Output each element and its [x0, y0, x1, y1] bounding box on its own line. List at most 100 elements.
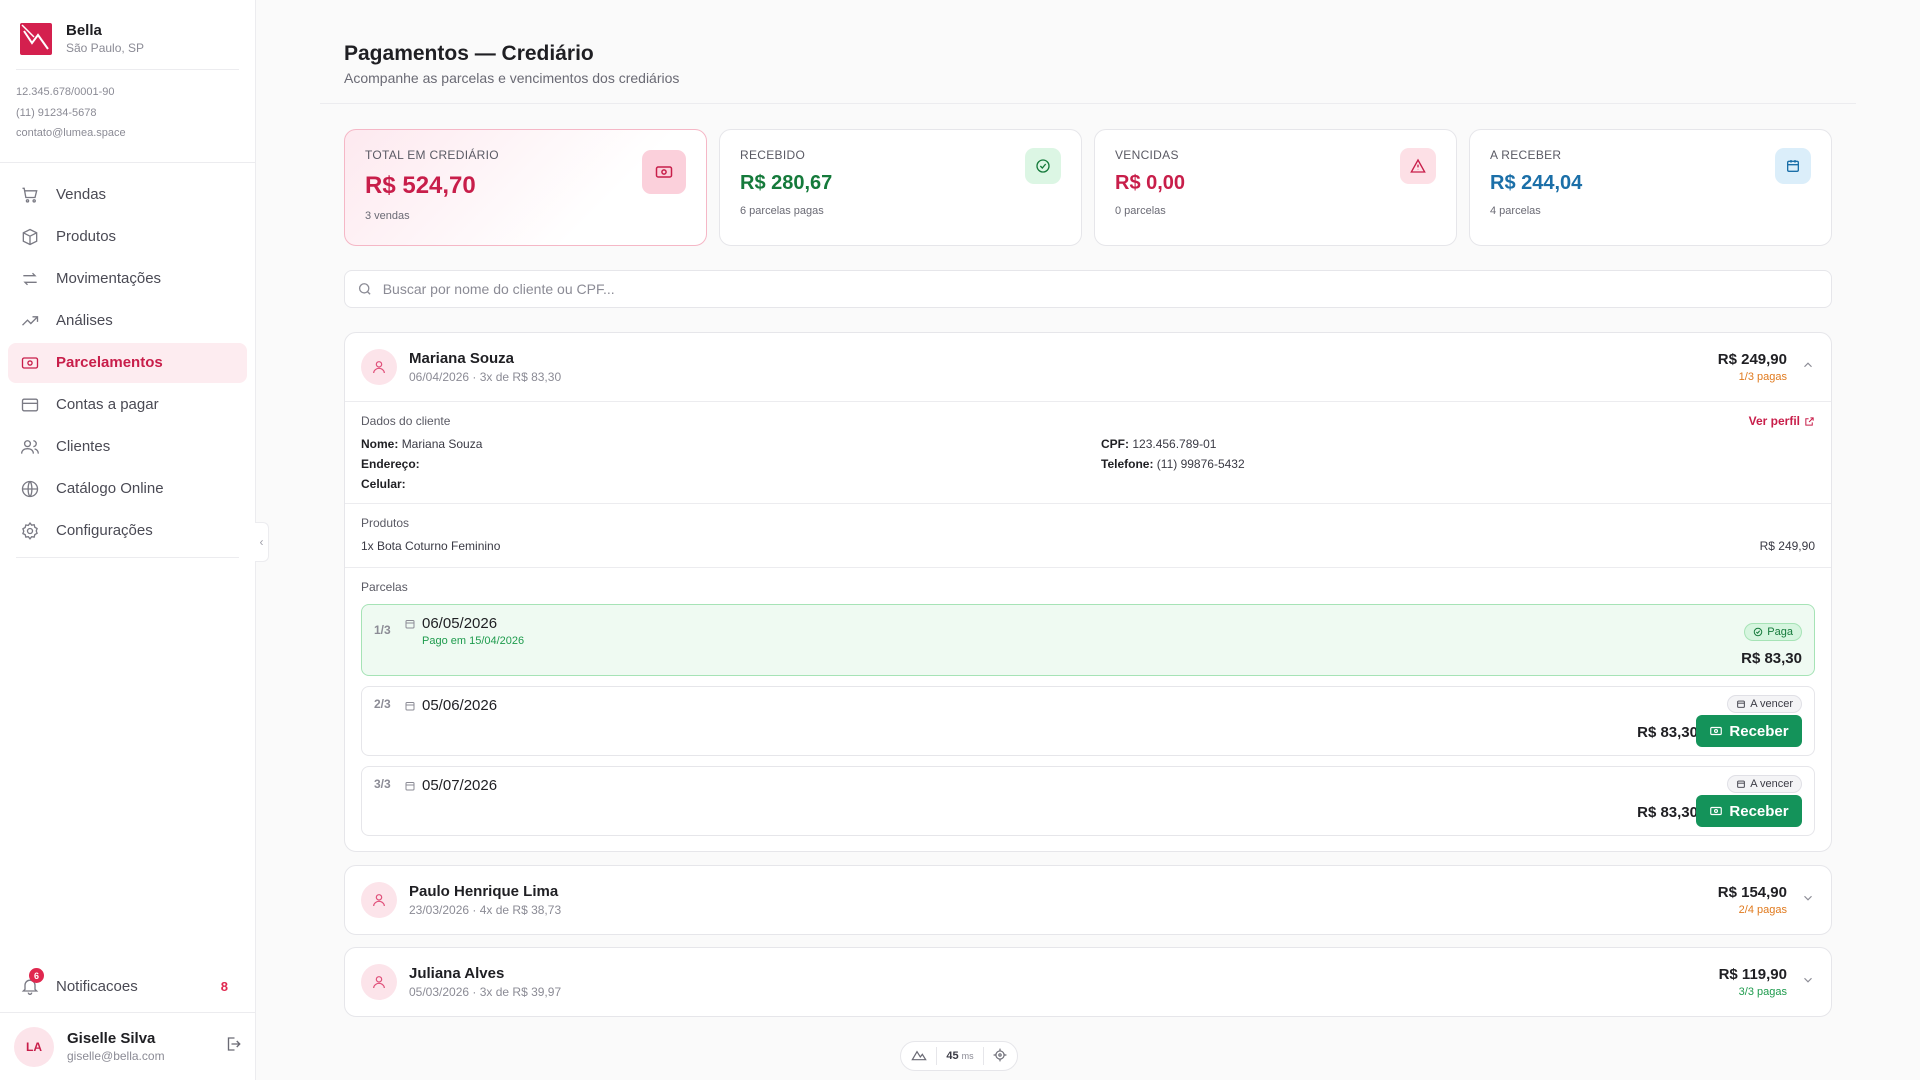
crosshair-icon[interactable] — [993, 1048, 1007, 1065]
client-cpf: 123.456.789-01 — [1132, 437, 1217, 451]
user-icon — [361, 882, 397, 918]
client-meta: 06/04/2026 · 3x de R$ 83,30 — [409, 370, 562, 384]
summary-card-a-receber: A RECEBER R$ 244,04 4 parcelas — [1469, 129, 1832, 246]
sidebar-item-label: Catálogo Online — [56, 480, 164, 497]
trend-icon — [22, 315, 39, 326]
installment-row: 2/3 05/06/2026 A vencer R$ 83,30 Receber — [361, 686, 1815, 756]
calendar-icon — [1775, 148, 1811, 184]
sidebar-item-analises[interactable]: Análises — [8, 301, 247, 341]
brand-name: Bella — [66, 22, 102, 39]
mountain-icon[interactable] — [911, 1049, 927, 1064]
sidebar-collapse-button[interactable]: ‹ — [255, 522, 269, 562]
installment-row: 3/3 05/07/2026 A vencer R$ 83,30 Receber — [361, 766, 1815, 836]
cart-icon — [22, 187, 38, 203]
section-title: Parcelas — [361, 580, 408, 594]
notifications-button[interactable]: 6 Notificacoes 8 — [8, 966, 240, 1006]
status-label: A vencer — [1750, 698, 1793, 710]
sidebar-item-label: Análises — [56, 312, 113, 329]
client-total: R$ 154,90 — [1717, 884, 1787, 901]
installment-date: 06/05/2026 — [422, 615, 498, 632]
brand-cnpj: 12.345.678/0001-90 — [16, 86, 115, 98]
sidebar-item-vendas[interactable]: Vendas — [8, 175, 247, 215]
sidebar-item-configuracoes[interactable]: Configurações — [8, 511, 247, 551]
card-label: A RECEBER — [1490, 148, 1562, 162]
check-circle-icon — [1754, 627, 1763, 637]
sidebar-item-catalogo-online[interactable]: Catálogo Online — [8, 469, 247, 509]
installment-date: 05/06/2026 — [422, 697, 498, 714]
client-header[interactable]: Paulo Henrique Lima 23/03/2026 · 4x de R… — [345, 866, 1831, 934]
sidebar-item-label: Movimentações — [56, 270, 162, 287]
field-label: Nome: — [361, 437, 399, 451]
section-title: Dados do cliente — [361, 414, 451, 428]
external-link-icon — [1805, 416, 1814, 426]
client-header[interactable]: Juliana Alves 05/03/2026 · 3x de R$ 39,9… — [345, 948, 1831, 1016]
receive-label: Receber — [1729, 722, 1789, 740]
sidebar-item-movimentacoes[interactable]: Movimentações — [8, 259, 247, 299]
search-input[interactable] — [382, 281, 1819, 297]
user-icon — [361, 964, 397, 1000]
card-label: RECEBIDO — [740, 148, 806, 162]
search-bar — [344, 270, 1832, 308]
receive-button[interactable]: Receber — [1696, 795, 1802, 827]
client-card-juliana: Juliana Alves 05/03/2026 · 3x de R$ 39,9… — [344, 947, 1832, 1017]
notifications-label: Notificacoes — [56, 977, 138, 995]
perf-readout: 45 ms — [946, 1050, 973, 1062]
logout-icon[interactable] — [224, 1035, 242, 1058]
calendar-icon — [1737, 780, 1745, 788]
globe-icon — [21, 480, 39, 497]
installment-value: R$ 83,30 — [1741, 650, 1802, 667]
field-label: CPF: — [1101, 437, 1129, 451]
alert-triangle-icon — [1400, 148, 1436, 184]
notification-dot: 6 — [29, 968, 44, 983]
sidebar-item-label: Clientes — [56, 438, 111, 455]
chevron-down-icon[interactable] — [1801, 973, 1815, 992]
section-title: Produtos — [361, 516, 410, 530]
search-icon — [358, 283, 371, 295]
installment-row: 1/3 06/05/2026 Pago em 15/04/2026 Paga R… — [361, 604, 1815, 676]
sidebar-item-label: Parcelamentos — [56, 354, 163, 371]
client-card-paulo: Paulo Henrique Lima 23/03/2026 · 4x de R… — [344, 865, 1832, 935]
user-email: giselle@bella.com — [67, 1049, 165, 1063]
card-sub: 3 vendas — [365, 210, 410, 222]
installment-date: 05/07/2026 — [422, 777, 498, 794]
chevron-up-icon[interactable] — [1801, 358, 1815, 377]
client-paid: 2/4 pagas — [1738, 904, 1787, 916]
product-price: R$ 249,90 — [1759, 539, 1815, 553]
client-meta: 05/03/2026 · 3x de R$ 39,97 — [409, 985, 562, 999]
client-header[interactable]: Mariana Souza 06/04/2026 · 3x de R$ 83,3… — [345, 333, 1831, 401]
status-label: A vencer — [1750, 778, 1793, 790]
client-paid: 1/3 pagas — [1738, 371, 1787, 383]
product-item: 1x Bota Coturno Feminino — [361, 539, 501, 553]
sidebar-item-contas-a-pagar[interactable]: Contas a pagar — [8, 385, 247, 425]
brand-email: contato@lumea.space — [16, 127, 126, 139]
card-value: R$ 524,70 — [365, 172, 476, 199]
view-profile-link[interactable]: Ver perfil — [1749, 414, 1815, 428]
brand-logo — [20, 22, 52, 55]
installment-number: 2/3 — [374, 697, 391, 711]
card-value: R$ 244,04 — [1490, 172, 1583, 194]
brand-phone: (11) 91234-5678 — [16, 106, 97, 119]
summary-card-recebido: RECEBIDO R$ 280,67 6 parcelas pagas — [719, 129, 1082, 246]
brand-city: São Paulo, SP — [66, 41, 145, 55]
banknote-icon — [1710, 806, 1723, 816]
calendar-icon — [1737, 700, 1745, 708]
sidebar-item-produtos[interactable]: Produtos — [8, 217, 247, 257]
sidebar-item-clientes[interactable]: Clientes — [8, 427, 247, 467]
installment-number: 3/3 — [374, 777, 391, 791]
installment-value: R$ 83,30 — [1637, 724, 1698, 741]
card-value: R$ 280,67 — [740, 172, 833, 194]
client-details: Dados do cliente Ver perfil Nome: Marian… — [345, 401, 1831, 503]
chevron-left-icon: ‹ — [259, 535, 264, 549]
brand: Bella São Paulo, SP — [0, 0, 255, 69]
sidebar-item-parcelamentos[interactable]: Parcelamentos — [8, 342, 247, 383]
status-label: Paga — [1767, 626, 1793, 638]
client-total: R$ 249,90 — [1717, 351, 1787, 368]
chevron-down-icon[interactable] — [1801, 891, 1815, 910]
banknote-icon — [642, 150, 686, 194]
client-products: Produtos 1x Bota Coturno Feminino R$ 249… — [345, 503, 1831, 567]
check-circle-icon — [1025, 148, 1061, 184]
client-total: R$ 119,90 — [1718, 966, 1787, 983]
receive-button[interactable]: Receber — [1696, 715, 1802, 747]
field-label: Endereço: — [361, 457, 420, 471]
brand-info: 12.345.678/0001-90 (11) 91234-5678 conta… — [0, 70, 255, 163]
